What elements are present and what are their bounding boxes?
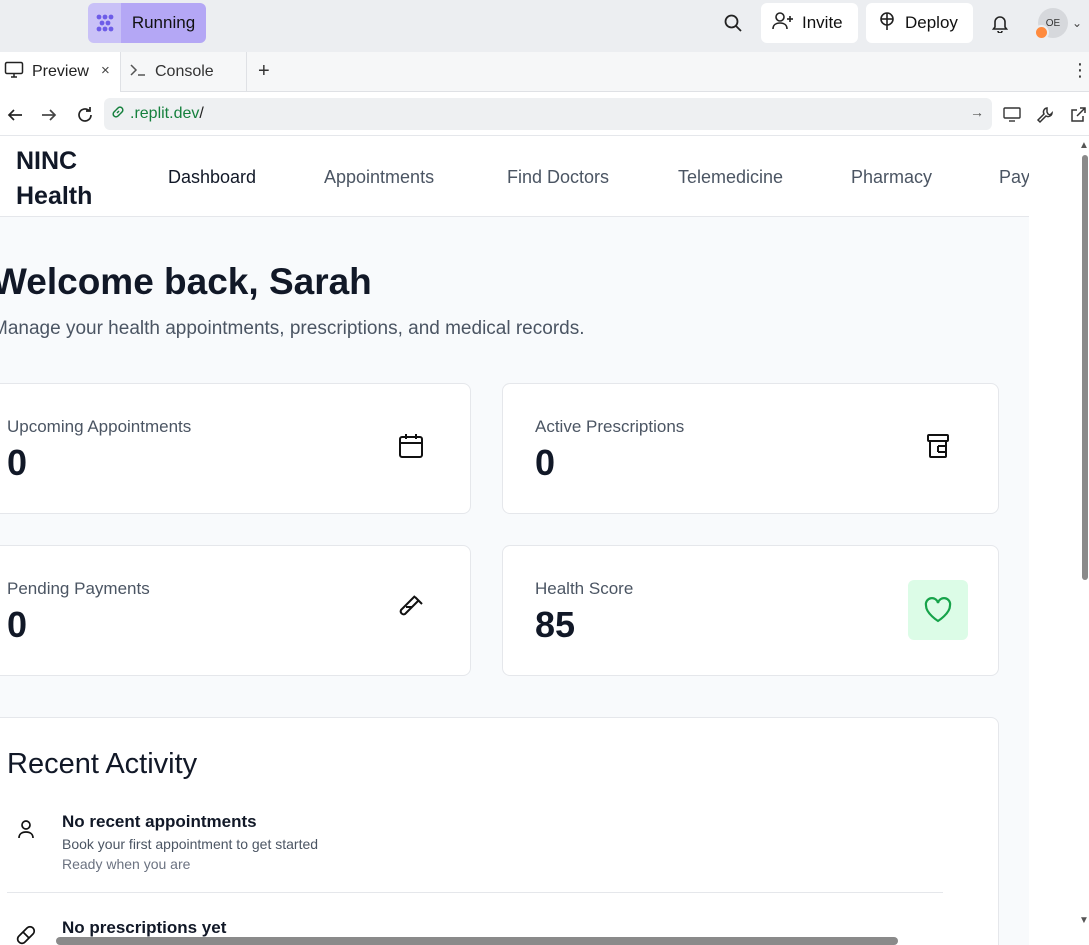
url-path: / — [199, 105, 204, 122]
replit-logo-icon[interactable] — [88, 3, 122, 43]
tab-console-label: Console — [155, 63, 214, 80]
tab-preview[interactable]: Preview × — [0, 52, 121, 92]
avatar-status-badge — [1034, 25, 1049, 40]
recent-activity-title: Recent Activity — [7, 748, 198, 780]
activity-title: No prescriptions yet — [62, 918, 227, 937]
activity-meta: Ready when you are — [62, 856, 191, 872]
stat-card-health-score: Health Score 85 — [502, 545, 999, 676]
external-link-icon[interactable] — [1066, 103, 1089, 127]
address-bar: .replit.dev/ → — [0, 92, 1089, 136]
site-navbar: NINC Health Dashboard Appointments Find … — [0, 137, 1029, 217]
deploy-button[interactable]: Deploy — [866, 3, 973, 43]
stat-card-appointments: Upcoming Appointments 0 — [0, 383, 471, 514]
bell-icon[interactable] — [985, 8, 1015, 38]
more-icon[interactable]: ⋮ — [1071, 60, 1089, 81]
horizontal-scrollbar[interactable] — [56, 937, 898, 945]
vertical-scrollbar[interactable] — [1082, 155, 1088, 580]
forward-arrow-icon[interactable] — [37, 103, 61, 127]
stat-value: 85 — [535, 604, 576, 645]
url-field[interactable]: .replit.dev/ → — [104, 98, 992, 130]
chevron-down-icon[interactable]: ⌄ — [1072, 16, 1082, 30]
nav-find-doctors[interactable]: Find Doctors — [507, 167, 609, 188]
tab-console[interactable]: Console — [121, 52, 247, 92]
stat-card-payments: Pending Payments 0 — [0, 545, 471, 676]
scroll-up-icon[interactable]: ▲ — [1079, 140, 1089, 151]
close-icon[interactable]: × — [101, 62, 110, 79]
user-icon — [15, 818, 39, 842]
devices-icon[interactable] — [1000, 103, 1024, 127]
add-tab-button[interactable]: + — [258, 60, 270, 83]
run-button[interactable]: Running — [121, 3, 206, 43]
search-icon[interactable] — [718, 8, 748, 38]
recent-activity-card: Recent Activity No recent appointments B… — [0, 717, 999, 945]
preview-page: NINC Health Dashboard Appointments Find … — [0, 137, 1029, 945]
page-title: Welcome back, Sarah — [0, 261, 372, 302]
url-text: .replit.dev — [130, 105, 200, 122]
stat-card-prescriptions: Active Prescriptions 0 — [502, 383, 999, 514]
terminal-icon — [129, 62, 147, 83]
workspace-topbar: Running Invite Deploy OE ⌄ — [0, 0, 1089, 52]
pill-icon — [15, 924, 39, 945]
stat-value: 0 — [7, 604, 28, 645]
stat-value: 0 — [7, 442, 28, 483]
stat-label: Upcoming Appointments — [7, 417, 192, 436]
test-tube-icon — [397, 594, 425, 622]
nav-pharmacy[interactable]: Pharmacy — [851, 167, 932, 188]
scroll-gutter — [1029, 137, 1089, 945]
scroll-down-icon[interactable]: ▼ — [1079, 915, 1089, 926]
nav-telemedicine[interactable]: Telemedicine — [678, 167, 783, 188]
wrench-icon[interactable] — [1033, 103, 1057, 127]
monitor-icon — [4, 61, 24, 84]
invite-button[interactable]: Invite — [761, 3, 858, 43]
page-subtitle: Manage your health appointments, prescri… — [0, 318, 585, 339]
divider — [7, 892, 943, 893]
nav-appointments[interactable]: Appointments — [324, 167, 434, 188]
pane-tabbar: Preview × Console + ⋮ — [0, 52, 1089, 92]
stat-label: Active Prescriptions — [535, 417, 685, 436]
deploy-label: Deploy — [905, 13, 958, 32]
stat-value: 0 — [535, 442, 556, 483]
activity-item: No recent appointments Book your first a… — [7, 812, 969, 888]
add-user-icon — [772, 11, 794, 36]
deploy-icon — [877, 11, 897, 36]
stat-label: Health Score — [535, 579, 634, 598]
refresh-icon[interactable] — [73, 103, 97, 127]
tab-preview-label: Preview — [32, 63, 89, 80]
pill-bottle-icon — [924, 432, 952, 460]
stat-label: Pending Payments — [7, 579, 150, 598]
nav-dashboard[interactable]: Dashboard — [168, 167, 256, 188]
invite-label: Invite — [802, 13, 843, 32]
site-logo[interactable]: NINC Health — [16, 144, 126, 214]
link-icon — [110, 104, 126, 125]
heart-icon — [908, 580, 968, 640]
go-arrow-icon[interactable]: → — [970, 104, 984, 120]
activity-title: No recent appointments — [62, 812, 257, 831]
nav-payments[interactable]: Payments — [999, 167, 1029, 188]
calendar-icon — [397, 432, 425, 460]
activity-subtitle: Book your first appointment to get start… — [62, 836, 319, 852]
back-arrow-icon[interactable] — [3, 103, 27, 127]
